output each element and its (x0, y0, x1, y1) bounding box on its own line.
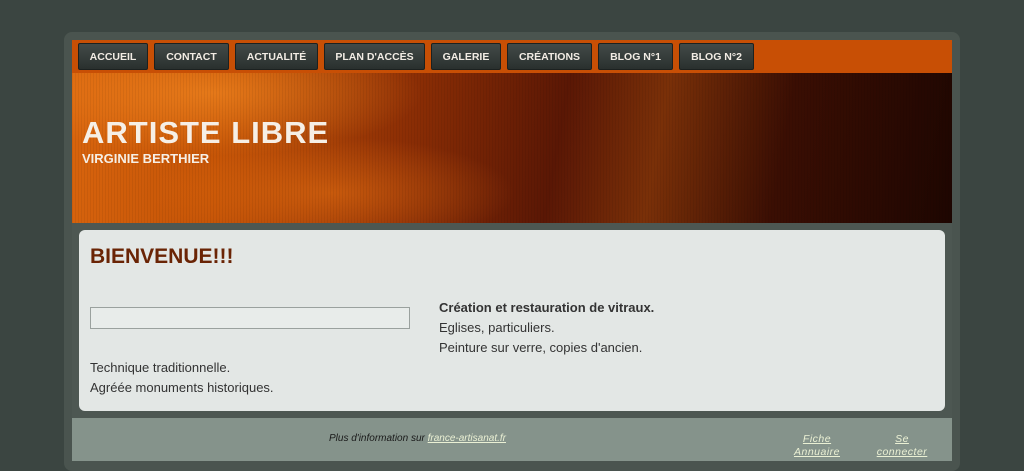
nav-item-galerie[interactable]: GALERIE (431, 43, 501, 70)
left-text-line: Agréée monuments historiques. (90, 380, 274, 395)
empty-text-box (90, 307, 410, 329)
right-text-line: Peinture sur verre, copies d'ancien. (439, 340, 643, 355)
footer-info-text: Plus d'information sur (329, 433, 425, 444)
page-title: BIENVENUE!!! (90, 245, 234, 268)
nav-item-contact[interactable]: CONTACT (154, 43, 229, 70)
footer: Plus d'information sur france-artisanat.… (72, 418, 952, 461)
footer-info: Plus d'information sur france-artisanat.… (329, 433, 506, 444)
nav-item-creations[interactable]: CRÉATIONS (507, 43, 592, 70)
nav-item-actualite[interactable]: ACTUALITÉ (235, 43, 318, 70)
fiche-annuaire-link[interactable]: Fiche Annuaire (788, 433, 846, 459)
nav-item-blog-1[interactable]: BLOG N°1 (598, 43, 673, 70)
main-navigation: ACCUEIL CONTACT ACTUALITÉ PLAN D'ACCÈS G… (72, 40, 952, 73)
nav-item-accueil[interactable]: ACCUEIL (78, 43, 148, 70)
site-subtitle: VIRGINIE BERTHIER (82, 151, 210, 166)
content-panel: BIENVENUE!!! Technique traditionnelle. A… (79, 230, 945, 411)
fiche-annuaire-line1: Fiche (802, 433, 832, 445)
se-connecter-link[interactable]: Se connecter (870, 433, 934, 459)
site-title: ARTISTE LIBRE (82, 115, 330, 150)
nav-item-plan-acces[interactable]: PLAN D'ACCÈS (324, 43, 425, 70)
header-banner: ARTISTE LIBRE VIRGINIE BERTHIER (72, 73, 952, 223)
france-artisanat-link[interactable]: france-artisanat.fr (428, 433, 506, 444)
site-container: ACCUEIL CONTACT ACTUALITÉ PLAN D'ACCÈS G… (72, 40, 952, 461)
se-connecter-line1: Se (895, 433, 909, 445)
right-text-line: Eglises, particuliers. (439, 320, 555, 335)
se-connecter-line2: connecter (876, 446, 928, 458)
right-text-line-heading: Création et restauration de vitraux. (439, 300, 655, 315)
fiche-annuaire-line2: Annuaire (793, 446, 841, 458)
nav-item-blog-2[interactable]: BLOG N°2 (679, 43, 754, 70)
left-text-line: Technique traditionnelle. (90, 360, 231, 375)
